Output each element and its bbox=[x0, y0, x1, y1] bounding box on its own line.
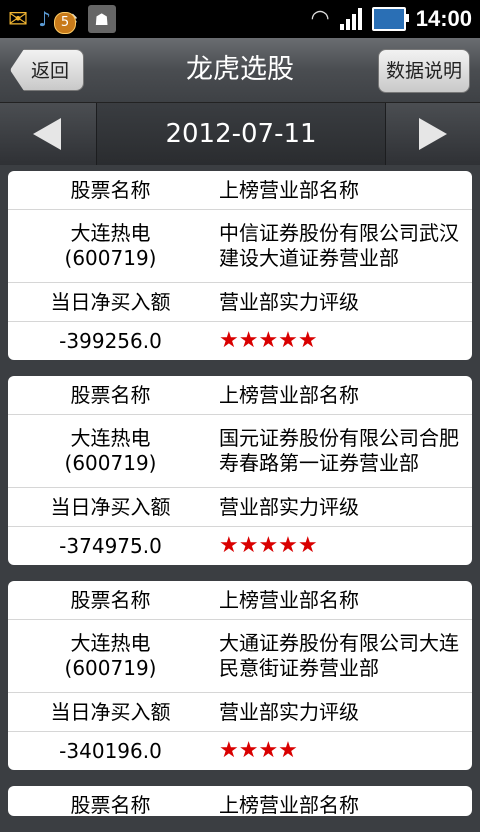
signal-icon bbox=[339, 8, 362, 30]
next-date-button[interactable] bbox=[386, 103, 480, 165]
department-cell: 大通证券股份有限公司大连 民意街证券营业部 bbox=[213, 631, 472, 681]
arrow-right-icon bbox=[419, 118, 447, 150]
stock-code: (600719) bbox=[64, 656, 157, 680]
battery-icon bbox=[371, 7, 409, 31]
net-buy-value: -340196.0 bbox=[59, 739, 162, 763]
rating-stars: ★★★★ bbox=[219, 738, 298, 763]
title-bar: 龙虎选股 返回 数据说明 bbox=[0, 38, 480, 103]
current-date: 2012-07-11 bbox=[96, 103, 386, 165]
stock-cell: 大连热电 (600719) bbox=[8, 426, 213, 476]
header-row-2: 当日净买入额 营业部实力评级 bbox=[8, 283, 472, 322]
department-name-label: 上榜营业部名称 bbox=[219, 588, 359, 612]
department-line1: 大通证券股份有限公司大连 bbox=[219, 631, 459, 655]
record-card[interactable]: 股票名称 上榜营业部名称 大连热电 (600719) 国元证券股份有限公司合肥 … bbox=[8, 376, 472, 565]
stock-cell: 大连热电 (600719) bbox=[8, 631, 213, 681]
department-line2: 民意街证券营业部 bbox=[219, 656, 379, 680]
android-icon: ☗ bbox=[87, 5, 116, 33]
date-navigation: 2012-07-11 bbox=[0, 103, 480, 165]
stock-cell: 大连热电 (600719) bbox=[8, 221, 213, 271]
department-line1: 中信证券股份有限公司武汉 bbox=[219, 221, 459, 245]
header-row: 股票名称 上榜营业部名称 bbox=[8, 786, 472, 816]
rating-label: 营业部实力评级 bbox=[219, 700, 359, 724]
department-line2: 寿春路第一证券营业部 bbox=[219, 451, 419, 475]
department-cell: 国元证券股份有限公司合肥 寿春路第一证券营业部 bbox=[213, 426, 472, 476]
rating-label: 营业部实力评级 bbox=[219, 495, 359, 519]
stock-name: 大连热电 bbox=[70, 221, 151, 245]
header-row: 股票名称 上榜营业部名称 bbox=[8, 171, 472, 210]
record-card[interactable]: 股票名称 上榜营业部名称 大连热电 (600719) 大通证券股份有限公司大连 … bbox=[8, 581, 472, 770]
status-icons-right: ◠ 14:00 bbox=[311, 0, 472, 38]
stock-name-label: 股票名称 bbox=[70, 178, 151, 202]
header-row: 股票名称 上榜营业部名称 bbox=[8, 376, 472, 415]
stock-row: 大连热电 (600719) 中信证券股份有限公司武汉 建设大道证券营业部 bbox=[8, 210, 472, 283]
records-list[interactable]: 股票名称 上榜营业部名称 大连热电 (600719) 中信证券股份有限公司武汉 … bbox=[8, 171, 472, 832]
value-row: -399256.0 ★★★★★ bbox=[8, 322, 472, 360]
notification-count-badge: 5 bbox=[54, 12, 76, 34]
department-line1: 国元证券股份有限公司合肥 bbox=[219, 426, 459, 450]
header-row-2: 当日净买入额 营业部实力评级 bbox=[8, 693, 472, 732]
status-time: 14:00 bbox=[415, 6, 472, 31]
wifi-icon: ◠ bbox=[310, 6, 330, 31]
data-explanation-button[interactable]: 数据说明 bbox=[378, 49, 470, 93]
stock-code: (600719) bbox=[64, 246, 157, 270]
department-line2: 建设大道证券营业部 bbox=[219, 246, 399, 270]
net-buy-value: -374975.0 bbox=[59, 534, 162, 558]
department-name-label: 上榜营业部名称 bbox=[219, 383, 359, 407]
net-buy-value: -399256.0 bbox=[59, 329, 162, 353]
department-name-label: 上榜营业部名称 bbox=[219, 793, 359, 816]
department-name-label: 上榜营业部名称 bbox=[219, 178, 359, 202]
net-buy-label: 当日净买入额 bbox=[50, 495, 171, 519]
stock-name-label: 股票名称 bbox=[70, 383, 151, 407]
rating-stars: ★★★★★ bbox=[219, 328, 318, 353]
department-cell: 中信证券股份有限公司武汉 建设大道证券营业部 bbox=[213, 221, 472, 271]
previous-date-button[interactable] bbox=[0, 103, 94, 165]
net-buy-label: 当日净买入额 bbox=[50, 290, 171, 314]
stock-name-label: 股票名称 bbox=[70, 588, 151, 612]
rating-label: 营业部实力评级 bbox=[219, 290, 359, 314]
notification-app-icon: ♪ bbox=[38, 7, 51, 31]
envelope-icon: ✉ bbox=[8, 5, 29, 33]
stock-name-label: 股票名称 bbox=[70, 793, 151, 816]
value-row: -340196.0 ★★★★ bbox=[8, 732, 472, 770]
back-button[interactable]: 返回 bbox=[10, 49, 84, 91]
value-row: -374975.0 ★★★★★ bbox=[8, 527, 472, 565]
stock-name: 大连热电 bbox=[70, 631, 151, 655]
stock-row: 大连热电 (600719) 国元证券股份有限公司合肥 寿春路第一证券营业部 bbox=[8, 415, 472, 488]
net-buy-label: 当日净买入额 bbox=[50, 700, 171, 724]
stock-code: (600719) bbox=[64, 451, 157, 475]
stock-name: 大连热电 bbox=[70, 426, 151, 450]
arrow-left-icon bbox=[33, 118, 61, 150]
header-row-2: 当日净买入额 营业部实力评级 bbox=[8, 488, 472, 527]
record-card-partial[interactable]: 股票名称 上榜营业部名称 bbox=[8, 786, 472, 816]
rating-stars: ★★★★★ bbox=[219, 533, 318, 558]
stock-row: 大连热电 (600719) 大通证券股份有限公司大连 民意街证券营业部 bbox=[8, 620, 472, 693]
status-bar: ✉ ♪ ⇌ ☗ 5 ◠ 14:00 bbox=[0, 0, 480, 38]
record-card[interactable]: 股票名称 上榜营业部名称 大连热电 (600719) 中信证券股份有限公司武汉 … bbox=[8, 171, 472, 360]
header-row: 股票名称 上榜营业部名称 bbox=[8, 581, 472, 620]
